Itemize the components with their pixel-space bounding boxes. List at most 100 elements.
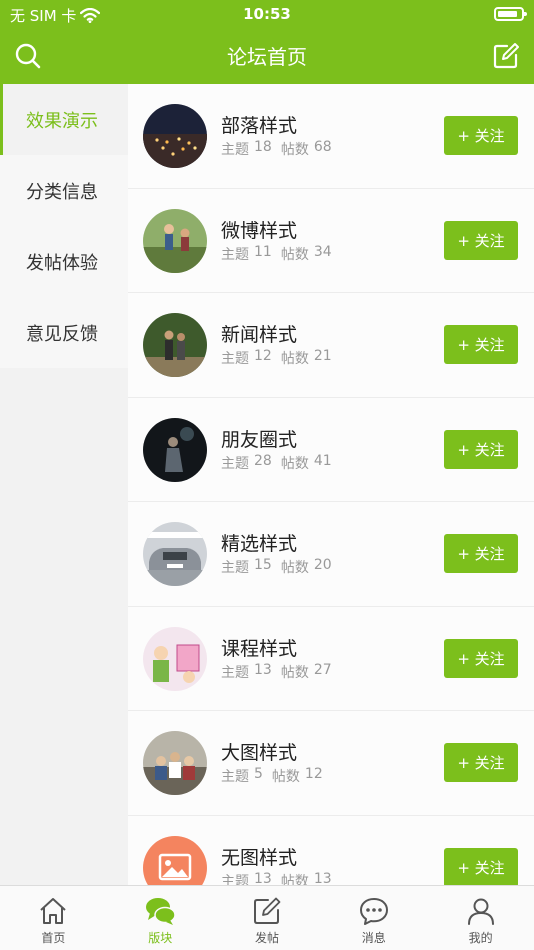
forum-thumbnail bbox=[143, 835, 207, 885]
forum-thumbnail bbox=[143, 522, 207, 586]
topics-count: 15 bbox=[254, 557, 272, 573]
topics-label: 主题 bbox=[221, 142, 249, 158]
topics-count: 13 bbox=[254, 661, 272, 678]
forum-title: 部落样式 bbox=[221, 115, 298, 137]
posts-label: 帖数 bbox=[280, 664, 309, 681]
sidebar-item-label: 效果演示 bbox=[26, 110, 98, 132]
forum-row[interactable]: 朋友圈式 主题 28 帖数 41 + 关注 bbox=[128, 397, 534, 502]
sidebar-item-classifieds[interactable]: 分类信息 bbox=[0, 155, 128, 226]
topics-count: 28 bbox=[254, 452, 272, 469]
posts-label: 帖数 bbox=[280, 351, 309, 367]
forum-stats: 主题 13 帖数 27 bbox=[221, 662, 332, 682]
forum-row[interactable]: 精选样式 主题 15 帖数 20 + 关注 bbox=[128, 502, 534, 607]
follow-button[interactable]: + 关注 bbox=[444, 534, 518, 573]
header: 无 SIM 卡 10:53 论坛首页 bbox=[0, 0, 534, 84]
status-bar: 无 SIM 卡 10:53 bbox=[0, 0, 534, 28]
posts-label: 帖数 bbox=[280, 246, 309, 263]
forum-row[interactable]: 无图样式 主题 13 帖数 13 + 关注 bbox=[128, 815, 534, 886]
posts-label: 帖数 bbox=[280, 560, 309, 576]
page-title: 论坛首页 bbox=[227, 45, 307, 69]
posts-count: 20 bbox=[313, 557, 332, 573]
battery-level bbox=[498, 11, 517, 17]
forum-title: 新闻样式 bbox=[221, 324, 298, 346]
status-time: 10:53 bbox=[243, 5, 291, 23]
home-icon bbox=[40, 898, 67, 924]
forum-title: 大图样式 bbox=[221, 742, 298, 764]
message-icon bbox=[359, 898, 388, 925]
profile-icon bbox=[467, 898, 494, 925]
follow-button[interactable]: + 关注 bbox=[444, 743, 518, 782]
topics-label: 主题 bbox=[221, 769, 249, 785]
forum-title: 微博样式 bbox=[221, 219, 298, 242]
forum-row[interactable]: 微博样式 主题 11 帖数 34 + 关注 bbox=[128, 188, 534, 293]
sidebar-item-demo[interactable]: 效果演示 bbox=[0, 84, 128, 155]
topics-count: 5 bbox=[254, 766, 263, 782]
forum-title: 精选样式 bbox=[221, 533, 298, 555]
topics-label: 主题 bbox=[221, 351, 249, 367]
follow-button[interactable]: + 关注 bbox=[444, 429, 518, 469]
topics-label: 主题 bbox=[221, 455, 249, 472]
posts-count: 34 bbox=[313, 243, 332, 260]
topics-label: 主题 bbox=[221, 246, 249, 263]
forum-thumbnail bbox=[143, 104, 207, 168]
compose-icon[interactable] bbox=[492, 42, 520, 70]
tab-post[interactable]: 发帖 bbox=[214, 886, 321, 950]
posts-count: 68 bbox=[313, 139, 332, 155]
tab-label: 版块 bbox=[148, 931, 173, 945]
topics-count: 11 bbox=[254, 243, 272, 260]
nav-bar: 论坛首页 bbox=[0, 28, 534, 84]
tab-forums[interactable]: 版块 bbox=[107, 886, 214, 950]
posts-label: 帖数 bbox=[271, 769, 300, 785]
forum-title: 朋友圈式 bbox=[221, 428, 298, 451]
follow-button[interactable]: + 关注 bbox=[444, 220, 518, 260]
tab-home[interactable]: 首页 bbox=[0, 886, 107, 950]
forum-row[interactable]: 新闻样式 主题 12 帖数 21 + 关注 bbox=[128, 293, 534, 398]
forum-stats: 主题 18 帖数 68 bbox=[221, 139, 332, 159]
forum-thumbnail bbox=[143, 731, 207, 795]
forum-stats: 主题 13 帖数 13 bbox=[221, 871, 332, 886]
forum-list: 部落样式 主题 18 帖数 68 + 关注 微博样式 主题 11 帖数 34 + 关注 … bbox=[128, 84, 534, 885]
tab-profile[interactable]: 我的 bbox=[427, 886, 534, 950]
tab-messages[interactable]: 消息 bbox=[320, 886, 427, 950]
forum-row[interactable]: 课程样式 主题 13 帖数 27 + 关注 bbox=[128, 606, 534, 711]
posts-count: 21 bbox=[313, 348, 332, 364]
tab-bar: 首页 版块 发帖 消息 我的 bbox=[0, 885, 534, 950]
posts-label: 帖数 bbox=[280, 873, 309, 886]
tab-label: 发帖 bbox=[254, 931, 279, 945]
follow-button[interactable]: + 关注 bbox=[444, 116, 518, 155]
topics-label: 主题 bbox=[221, 664, 249, 681]
forum-row[interactable]: 部落样式 主题 18 帖数 68 + 关注 bbox=[128, 84, 534, 189]
posts-count: 13 bbox=[313, 870, 332, 886]
forum-title: 课程样式 bbox=[221, 637, 298, 660]
topics-count: 12 bbox=[254, 348, 272, 364]
topics-label: 主题 bbox=[221, 560, 249, 576]
follow-button[interactable]: + 关注 bbox=[444, 847, 518, 885]
forum-thumbnail bbox=[143, 417, 207, 482]
forum-thumbnail bbox=[143, 626, 207, 691]
sidebar-item-posting[interactable]: 发帖体验 bbox=[0, 226, 128, 297]
topics-count: 18 bbox=[254, 139, 272, 155]
sidebar-item-feedback[interactable]: 意见反馈 bbox=[0, 297, 128, 368]
forum-thumbnail bbox=[143, 208, 207, 273]
forum-stats: 主题 5 帖数 12 bbox=[221, 766, 323, 786]
follow-button[interactable]: + 关注 bbox=[444, 325, 518, 364]
sidebar-item-label: 意见反馈 bbox=[26, 323, 98, 345]
follow-button[interactable]: + 关注 bbox=[444, 638, 518, 678]
posts-count: 27 bbox=[313, 661, 332, 678]
forum-stats: 主题 11 帖数 34 bbox=[221, 244, 332, 264]
tab-label: 我的 bbox=[468, 931, 493, 945]
chat-bubbles-icon bbox=[146, 898, 176, 925]
topics-count: 13 bbox=[254, 870, 272, 886]
sidebar-item-label: 发帖体验 bbox=[26, 252, 98, 274]
forum-row[interactable]: 大图样式 主题 5 帖数 12 + 关注 bbox=[128, 711, 534, 816]
tab-label: 首页 bbox=[41, 931, 66, 945]
posts-label: 帖数 bbox=[280, 455, 309, 472]
forum-thumbnail bbox=[143, 313, 207, 377]
posts-count: 41 bbox=[313, 452, 332, 469]
forum-stats: 主题 15 帖数 20 bbox=[221, 557, 332, 577]
forum-title: 无图样式 bbox=[221, 846, 298, 869]
forum-stats: 主题 12 帖数 21 bbox=[221, 348, 332, 368]
compose-icon bbox=[253, 897, 281, 924]
battery-icon bbox=[494, 7, 527, 21]
image-placeholder-icon bbox=[143, 835, 207, 885]
